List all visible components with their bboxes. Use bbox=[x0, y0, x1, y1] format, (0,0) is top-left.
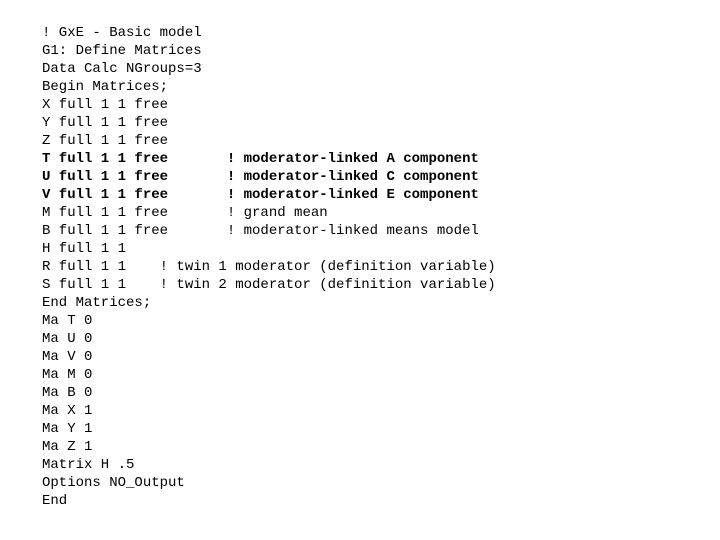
code-line: End bbox=[42, 492, 720, 510]
code-line: ! GxE - Basic model bbox=[42, 24, 720, 42]
code-line: X full 1 1 free bbox=[42, 96, 720, 114]
code-line: Ma X 1 bbox=[42, 402, 720, 420]
code-line: Ma B 0 bbox=[42, 384, 720, 402]
code-line: H full 1 1 bbox=[42, 240, 720, 258]
code-line: Options NO_Output bbox=[42, 474, 720, 492]
code-line: T full 1 1 free ! moderator-linked A com… bbox=[42, 150, 720, 168]
code-line: Ma M 0 bbox=[42, 366, 720, 384]
code-listing: ! GxE - Basic modelG1: Define MatricesDa… bbox=[0, 0, 720, 510]
code-line: Ma Y 1 bbox=[42, 420, 720, 438]
code-line: Z full 1 1 free bbox=[42, 132, 720, 150]
code-line: U full 1 1 free ! moderator-linked C com… bbox=[42, 168, 720, 186]
code-line: Ma Z 1 bbox=[42, 438, 720, 456]
code-line: B full 1 1 free ! moderator-linked means… bbox=[42, 222, 720, 240]
code-line: Ma V 0 bbox=[42, 348, 720, 366]
code-line: V full 1 1 free ! moderator-linked E com… bbox=[42, 186, 720, 204]
code-line: Matrix H .5 bbox=[42, 456, 720, 474]
code-line: Data Calc NGroups=3 bbox=[42, 60, 720, 78]
code-line: G1: Define Matrices bbox=[42, 42, 720, 60]
code-line: M full 1 1 free ! grand mean bbox=[42, 204, 720, 222]
code-line: Begin Matrices; bbox=[42, 78, 720, 96]
code-line: R full 1 1 ! twin 1 moderator (definitio… bbox=[42, 258, 720, 276]
code-line: End Matrices; bbox=[42, 294, 720, 312]
code-line: Y full 1 1 free bbox=[42, 114, 720, 132]
code-line: Ma T 0 bbox=[42, 312, 720, 330]
code-line: Ma U 0 bbox=[42, 330, 720, 348]
code-line: S full 1 1 ! twin 2 moderator (definitio… bbox=[42, 276, 720, 294]
